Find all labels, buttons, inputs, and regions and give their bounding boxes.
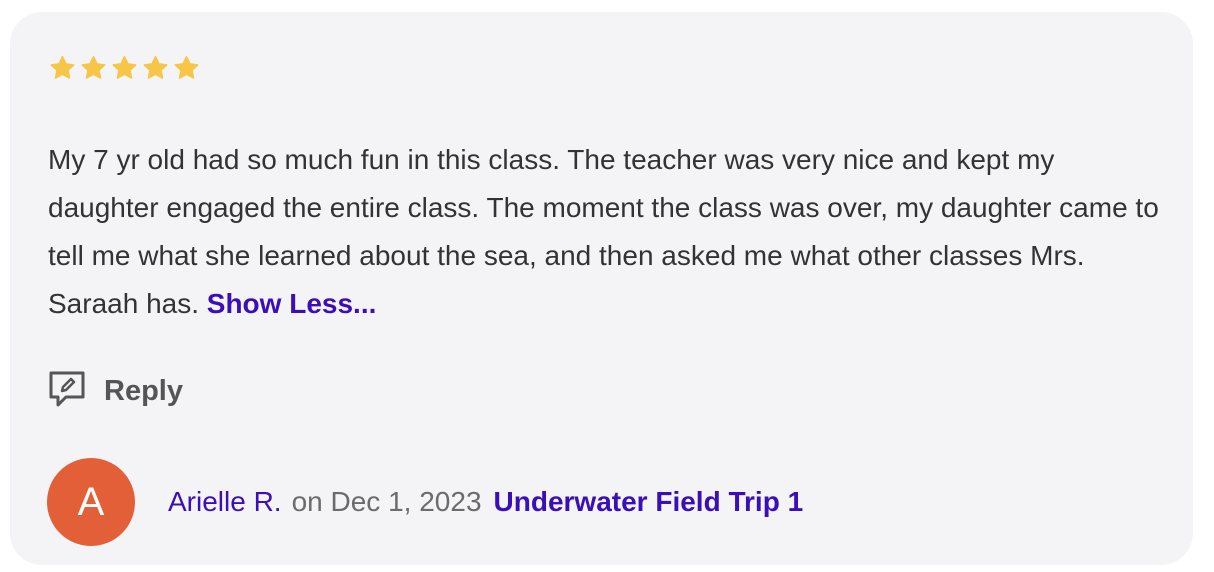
star-icon — [79, 54, 108, 82]
author-name-link[interactable]: Arielle R. — [168, 486, 282, 518]
show-less-link[interactable]: Show Less... — [207, 288, 377, 319]
review-card: My 7 yr old had so much fun in this clas… — [10, 12, 1193, 565]
reply-button[interactable]: Reply — [46, 368, 183, 415]
review-text: My 7 yr old had so much fun in this clas… — [48, 136, 1168, 328]
review-meta: A Arielle R. on Dec 1, 2023 Underwater F… — [47, 458, 803, 546]
review-date: on Dec 1, 2023 — [291, 486, 482, 517]
star-icon — [141, 54, 170, 82]
avatar: A — [47, 458, 135, 546]
star-rating — [48, 54, 201, 82]
reply-edit-icon — [46, 368, 88, 415]
class-title-link[interactable]: Underwater Field Trip 1 — [494, 486, 804, 518]
star-icon — [110, 54, 139, 82]
star-icon — [172, 54, 201, 82]
star-icon — [48, 54, 77, 82]
reply-label: Reply — [104, 375, 183, 407]
